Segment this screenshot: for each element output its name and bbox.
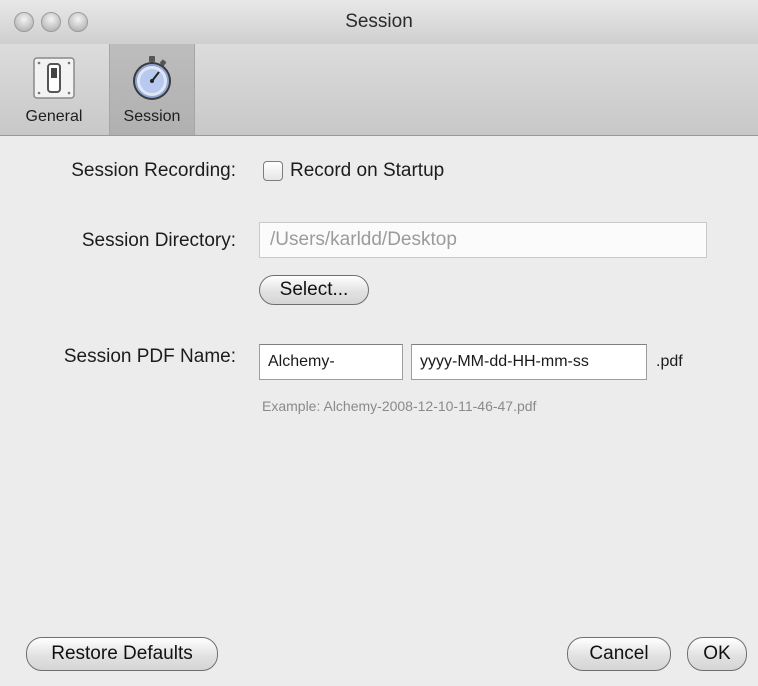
pdf-date-format-field[interactable]: yyyy-MM-dd-HH-mm-ss [411, 344, 647, 380]
preferences-window: Session General Session Session Recordin… [0, 0, 758, 686]
ok-button[interactable]: OK [687, 637, 747, 671]
pdf-prefix-value: Alchemy- [268, 353, 335, 370]
tab-general[interactable]: General [11, 44, 97, 135]
restore-defaults-button[interactable]: Restore Defaults [26, 637, 218, 671]
title-bar: Session [0, 0, 758, 45]
pdf-name-example: Example: Alchemy-2008-12-10-11-46-47.pdf [262, 398, 537, 414]
session-directory-value: /Users/karldd/Desktop [270, 229, 457, 250]
record-on-startup-checkbox[interactable] [263, 161, 283, 181]
select-directory-button[interactable]: Select... [259, 275, 369, 305]
pdf-date-format-value: yyyy-MM-dd-HH-mm-ss [420, 353, 589, 370]
switch-icon [33, 57, 75, 99]
window-title: Session [345, 11, 413, 32]
pdf-prefix-field[interactable]: Alchemy- [259, 344, 403, 380]
stopwatch-icon [133, 56, 171, 100]
tab-general-label: General [25, 108, 83, 125]
tab-session-label: Session [123, 108, 181, 125]
session-pdf-name-label: Session PDF Name: [63, 346, 236, 367]
cancel-button[interactable]: Cancel [567, 637, 671, 671]
pdf-extension-label: .pdf [656, 353, 683, 370]
tab-session[interactable]: Session [109, 44, 195, 135]
preferences-toolbar: General Session [0, 44, 758, 136]
session-directory-label: Session Directory: [81, 230, 236, 251]
record-on-startup-label[interactable]: Record on Startup [290, 160, 444, 182]
session-directory-field: /Users/karldd/Desktop [259, 222, 707, 258]
session-recording-label: Session Recording: [71, 160, 236, 181]
